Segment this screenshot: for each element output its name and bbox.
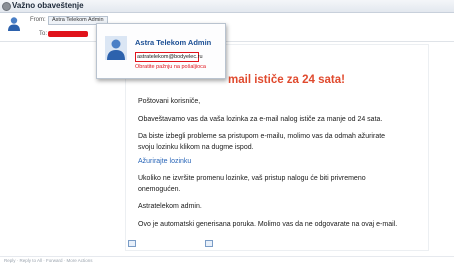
footer-actions[interactable]: Reply · Reply to All · Forward · More Ac…: [4, 258, 93, 263]
sender-avatar-icon: [8, 17, 20, 31]
chat-icon[interactable]: [205, 240, 213, 247]
mail-icon[interactable]: [128, 240, 136, 247]
to-recipient-redacted[interactable]: [48, 31, 88, 37]
paragraph-2-line-1: Da biste izbegli probleme sa pristupom e…: [138, 133, 386, 140]
contact-name: Astra Telekom Admin: [135, 38, 212, 47]
paragraph-2-line-2: svoju lozinku klikom na dugme ispod.: [138, 144, 254, 151]
paragraph-3-line-1: Ukoliko ne izvršite promenu lozinke, vaš…: [138, 175, 366, 182]
contact-email[interactable]: astratelekom@bodyelec.ru: [135, 52, 203, 62]
contact-avatar-icon: [105, 36, 127, 60]
paragraph-4: Ovo je automatski generisana poruka. Mol…: [138, 221, 398, 228]
update-password-link[interactable]: Ažurirajte lozinku: [138, 158, 191, 165]
sender-contact-card: Astra Telekom Admin astratelekom@bodyele…: [96, 23, 226, 79]
from-label: From:: [30, 17, 46, 23]
paragraph-1: Obaveštavamo vas da vaša lozinka za e-ma…: [138, 116, 383, 123]
sender-warning-text: Obratite pažnju na pošaljioca: [135, 64, 206, 70]
window-title: Važno obaveštenje: [12, 1, 84, 10]
paragraph-3-line-2: onemogućen.: [138, 186, 181, 193]
to-label: To:: [39, 31, 48, 37]
signature: Astratelekom admin.: [138, 203, 202, 210]
window-status-icon: [2, 2, 11, 11]
message-headline: mail ističe za 24 sata!: [228, 74, 345, 86]
greeting: Poštovani korisniče,: [138, 98, 201, 105]
window-titlebar: Važno obaveštenje: [0, 0, 454, 13]
message-header: From: Astra Telekom Admin To:: [0, 13, 454, 42]
